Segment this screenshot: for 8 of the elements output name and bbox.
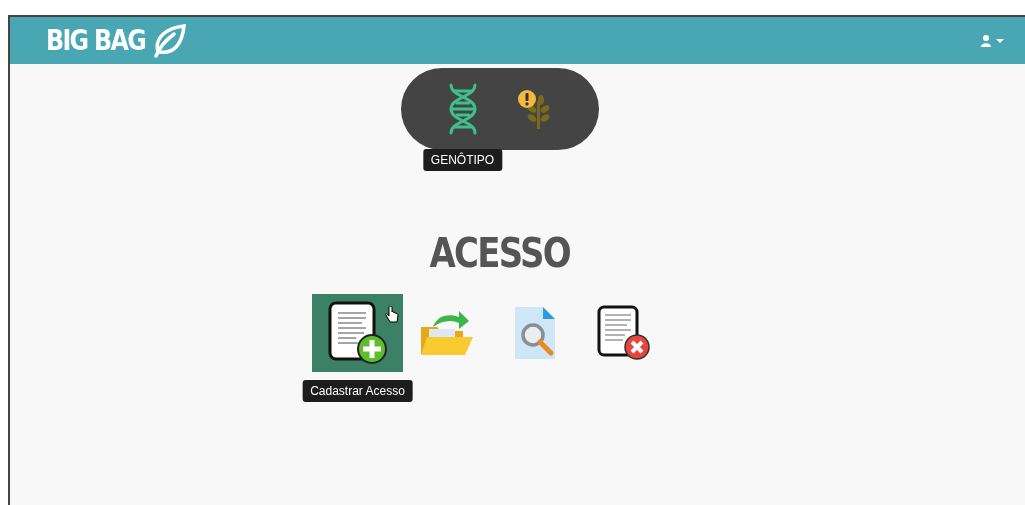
- hand-cursor-icon: [385, 306, 399, 324]
- tooltip: Cadastrar Acesso: [302, 380, 413, 402]
- leaf-icon: [152, 23, 187, 58]
- document-delete-icon: [595, 305, 651, 361]
- user-icon: [981, 34, 1005, 47]
- tooltip: GENÔTIPO: [422, 149, 503, 171]
- page-title: ACESSO: [429, 230, 570, 276]
- user-menu-button[interactable]: [979, 32, 1007, 49]
